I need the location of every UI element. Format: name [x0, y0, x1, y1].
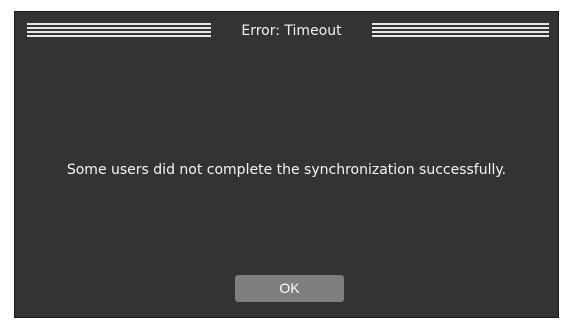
dialog-message: Some users did not complete the synchron… [66, 162, 507, 178]
screen: Error: Timeout Some users did not comple… [0, 0, 564, 322]
titlebar-stripes-right [372, 23, 549, 39]
error-dialog: Error: Timeout Some users did not comple… [14, 11, 559, 318]
titlebar-stripes-left [27, 23, 211, 39]
dialog-titlebar: Error: Timeout [15, 12, 558, 48]
dialog-title: Error: Timeout [241, 23, 342, 39]
ok-button[interactable]: OK [235, 275, 344, 302]
